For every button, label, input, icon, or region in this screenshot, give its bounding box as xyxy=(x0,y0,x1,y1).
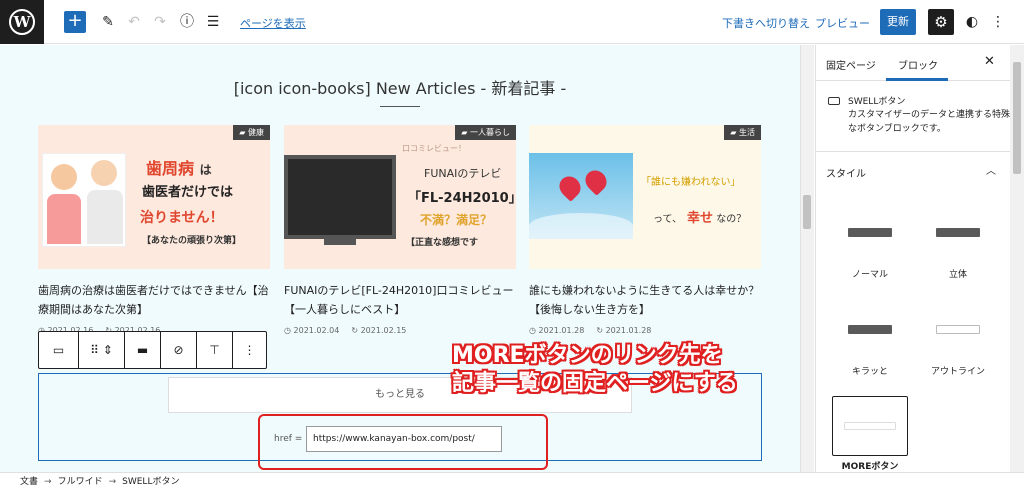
tab-block[interactable]: ブロック xyxy=(898,57,938,72)
heading-divider xyxy=(380,106,420,107)
list-view-icon[interactable]: ☰ xyxy=(203,12,223,32)
block-description: カスタマイザーのデータと連携する特殊なボタンブロックです。 xyxy=(848,110,1011,134)
close-icon[interactable]: ✕ xyxy=(984,54,995,69)
block-type-icon[interactable]: ▭ xyxy=(39,332,79,368)
post-title[interactable]: 歯周病の治療は歯医者だけではできません【治療期間はあなた次第】 xyxy=(38,281,270,319)
style-option-outline[interactable] xyxy=(920,299,996,359)
active-tab-indicator xyxy=(886,78,948,81)
sidebar-tabs: 固定ページ ブロック ✕ xyxy=(816,45,1024,81)
style-option-more-button[interactable] xyxy=(832,396,908,456)
preview-button[interactable]: プレビュー xyxy=(815,15,870,31)
breadcrumb-swell-button[interactable]: SWELLボタン xyxy=(122,477,179,487)
style-option-normal[interactable] xyxy=(832,202,908,262)
link-off-icon[interactable]: ⊘ xyxy=(161,332,197,368)
styles-section-title[interactable]: スタイル xyxy=(826,165,866,180)
undo-icon[interactable]: ↶ xyxy=(124,12,144,32)
post-title[interactable]: FUNAIのテレビ[FL-24H2010]口コミレビュー【一人暮らしにベスト】 xyxy=(284,281,516,319)
theme-moon-icon[interactable]: ◐ xyxy=(962,12,982,32)
settings-sidebar: 固定ページ ブロック ✕ SWELLボタン カスタマイザーのデータと連携する特殊… xyxy=(815,45,1024,472)
view-page-link[interactable]: ページを表示 xyxy=(240,15,306,31)
top-toolbar: W + ✎ ↶ ↷ ⓘ ☰ ページを表示 下書きへ切り替え プレビュー 更新 ⚙… xyxy=(0,0,1024,44)
post-card[interactable]: 歯周病 は 歯医者だけでは 治りません！ 【あなたの頑張り次第】 ▰ 健康 歯周… xyxy=(38,125,270,335)
post-dates: ◷ 2021.02.04 ↻ 2021.02.15 xyxy=(284,326,516,335)
align-full-icon[interactable]: ▬ xyxy=(125,332,161,368)
block-toolbar: ▭ ⠿ ⇕ ▬ ⊘ ⊤ ⋮ xyxy=(38,331,267,369)
breadcrumb-full-wide[interactable]: フルワイド xyxy=(58,477,103,487)
chevron-up-icon[interactable]: ︿ xyxy=(986,162,996,177)
style-option-shine[interactable] xyxy=(832,299,908,359)
pencil-tools-icon[interactable]: ✎ xyxy=(98,12,118,32)
post-title[interactable]: 誰にも嫌われないように生きてる人は幸せか？【後悔しない生き方を】 xyxy=(529,281,761,319)
post-dates: ◷ 2021.01.28 ↻ 2021.01.28 xyxy=(529,326,761,335)
breadcrumb-document[interactable]: 文書 xyxy=(20,477,38,487)
add-block-button[interactable]: + xyxy=(64,11,86,33)
balloon-photo xyxy=(529,153,633,239)
canvas-scrollbar-thumb[interactable] xyxy=(803,195,811,229)
info-icon[interactable]: ⓘ xyxy=(177,12,197,32)
switch-to-draft-button[interactable]: 下書きへ切り替え xyxy=(722,15,810,31)
sidebar-scrollbar-thumb[interactable] xyxy=(1013,62,1021,174)
redo-icon[interactable]: ↷ xyxy=(150,12,170,32)
block-title: SWELLボタン xyxy=(848,97,906,107)
dentist-illustration xyxy=(42,153,126,247)
canvas-scrollbar[interactable] xyxy=(800,45,814,472)
post-thumbnail: 口コミレビュー！ FUNAIのテレビ 「FL-24H2010」 不満？満足？ 【… xyxy=(284,125,516,269)
button-block-icon xyxy=(828,97,840,105)
category-badge: ▰ 健康 xyxy=(233,125,270,140)
wordpress-logo-icon[interactable]: W xyxy=(0,0,44,44)
more-options-icon[interactable]: ⋮ xyxy=(990,12,1006,32)
settings-gear-icon[interactable]: ⚙ xyxy=(928,9,954,35)
published-date: ◷ 2021.02.04 xyxy=(284,326,340,335)
post-card[interactable]: 口コミレビュー！ FUNAIのテレビ 「FL-24H2010」 不満？満足？ 【… xyxy=(284,125,516,335)
annotation-highlight-frame xyxy=(258,414,548,470)
drag-move-handle[interactable]: ⠿ ⇕ xyxy=(79,332,125,368)
updated-date: ↻ 2021.01.28 xyxy=(596,326,652,335)
section-heading[interactable]: [icon icon-books] New Articles - 新着記事 - xyxy=(0,75,800,99)
published-date: ◷ 2021.01.28 xyxy=(529,326,585,335)
annotation-text: MOREボタンのリンク先を 記事一覧の固定ページにする xyxy=(452,343,738,396)
vertical-align-icon[interactable]: ⊤ xyxy=(197,332,233,368)
category-badge: ▰ 生活 xyxy=(724,125,761,140)
update-button[interactable]: 更新 xyxy=(880,9,916,35)
block-options-icon[interactable]: ⋮ xyxy=(233,332,266,368)
style-option-3d[interactable] xyxy=(920,202,996,262)
tab-page[interactable]: 固定ページ xyxy=(826,57,876,72)
category-badge: ▰ 一人暮らし xyxy=(455,125,516,140)
post-thumbnail: 歯周病 は 歯医者だけでは 治りません！ 【あなたの頑張り次第】 ▰ 健康 xyxy=(38,125,270,269)
updated-date: ↻ 2021.02.15 xyxy=(351,326,407,335)
post-thumbnail: 「誰にも嫌われない」 って、 幸せ なの？ ▰ 生活 xyxy=(529,125,761,269)
editor-canvas: [icon icon-books] New Articles - 新着記事 - … xyxy=(0,45,800,472)
post-card[interactable]: 「誰にも嫌われない」 って、 幸せ なの？ ▰ 生活 誰にも嫌われないように生き… xyxy=(529,125,761,335)
block-breadcrumb: 文書 → フルワイド → SWELLボタン xyxy=(0,472,1024,492)
tv-photo xyxy=(284,155,396,245)
